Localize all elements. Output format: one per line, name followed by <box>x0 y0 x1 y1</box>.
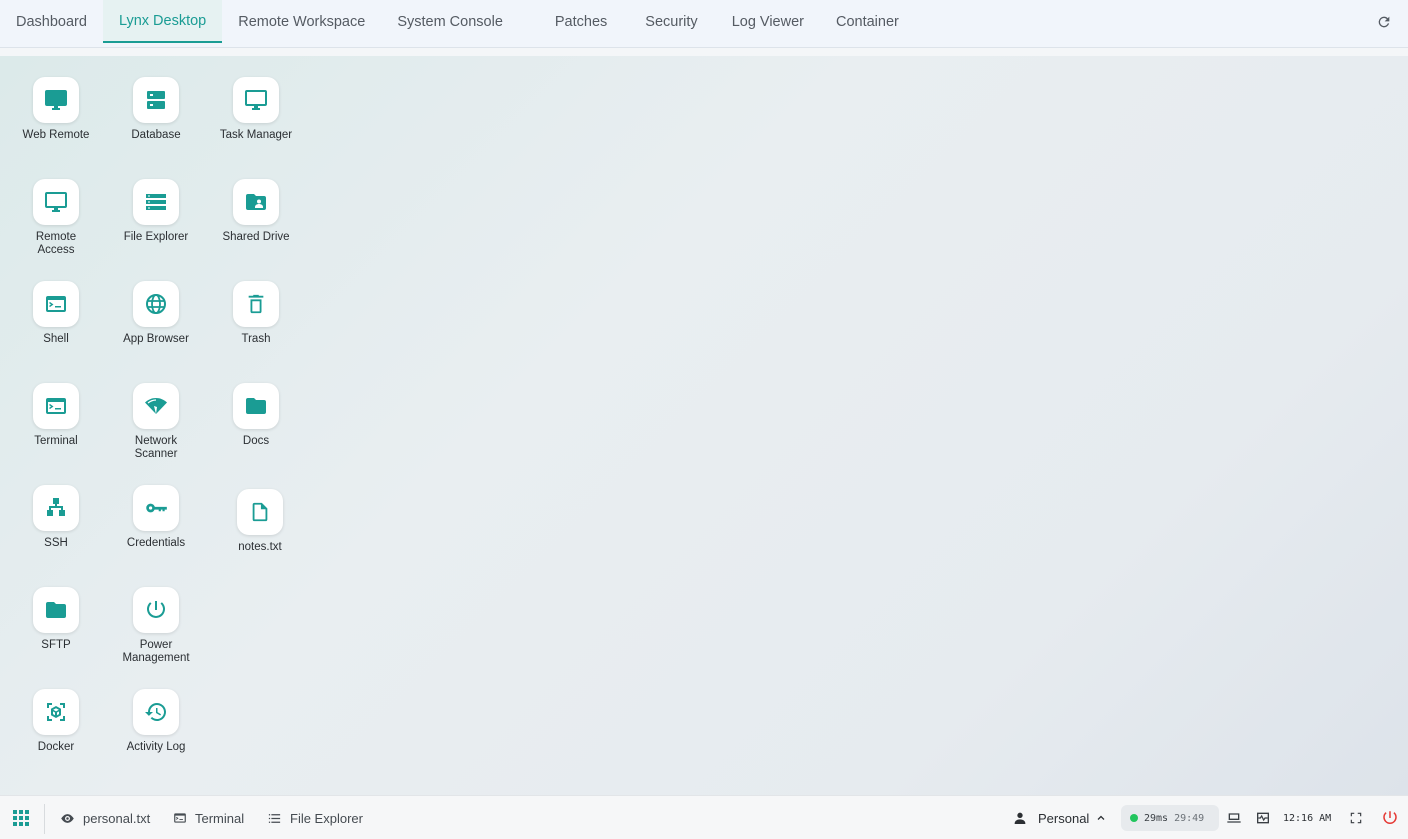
desktop-icon-ssh[interactable]: SSH <box>14 485 98 550</box>
desktop-icon-label: Network Scanner <box>134 435 178 460</box>
grid-icon <box>13 810 29 826</box>
eye-icon <box>61 813 74 823</box>
terminal-icon <box>46 296 66 312</box>
taskbar-item-label: File Explorer <box>290 810 363 826</box>
desktop-icon-sftp[interactable]: SFTP <box>14 587 98 652</box>
desktop-icon-label: SSH <box>44 537 68 549</box>
desktop-icon-credentials[interactable]: Credentials <box>114 485 198 550</box>
tab-security[interactable]: Security <box>627 0 715 43</box>
fullscreen-icon <box>1350 812 1362 824</box>
desktop-icon-notes-txt[interactable]: notes.txt <box>218 489 302 554</box>
desktop-icon-terminal[interactable]: Terminal <box>14 383 98 448</box>
desktop-icon-file-explorer[interactable]: File Explorer <box>114 179 198 244</box>
session-timer: 29:49 <box>1174 812 1205 824</box>
desktop-icon-label: Docker <box>37 741 75 753</box>
top-tab-bar: Dashboard Lynx Desktop Remote Workspace … <box>0 0 1408 48</box>
desktop-icon-shell[interactable]: Shell <box>14 281 98 346</box>
taskbar-item-file-explorer[interactable]: File Explorer <box>267 796 363 839</box>
desktop-icon-network-scanner[interactable]: Network Scanner <box>114 383 198 461</box>
monitor-outline-icon <box>245 90 267 110</box>
status-dot <box>1130 814 1138 822</box>
profile-label: Personal <box>1038 810 1090 826</box>
chevron-up-icon <box>1097 815 1105 820</box>
container-box-icon <box>47 703 65 721</box>
power-icon <box>147 601 165 618</box>
desktop-icon-label: Terminal <box>34 435 78 447</box>
desktop-icon-database[interactable]: Database <box>114 77 198 142</box>
list-icon <box>268 813 281 823</box>
desktop-icon-label: Power Management <box>122 639 190 664</box>
desktop-icon-label: Docs <box>242 435 270 447</box>
desktop-icon-docker[interactable]: Docker <box>14 689 98 754</box>
laptop-icon <box>1227 813 1241 823</box>
desktop-icon-label: Task Manager <box>219 129 293 141</box>
tab-system-console[interactable]: System Console <box>381 0 519 43</box>
tab-remote-workspace[interactable]: Remote Workspace <box>222 0 381 43</box>
desktop-icon-task-manager[interactable]: Task Manager <box>214 77 298 142</box>
database-icon <box>147 91 165 109</box>
taskbar-divider <box>44 804 45 834</box>
network-tree-icon <box>47 498 65 516</box>
desktop-icon-label: Trash <box>241 333 271 345</box>
desktop-icon-label: SFTP <box>41 639 71 651</box>
desktop-icon-label: Shared Drive <box>222 231 290 243</box>
terminal-icon <box>174 813 186 823</box>
desktop-icon-remote-access[interactable]: Remote Access <box>14 179 98 257</box>
key-icon <box>146 503 167 513</box>
tab-lynx-desktop[interactable]: Lynx Desktop <box>102 0 223 43</box>
desktop-icon-label: Web Remote <box>22 129 90 141</box>
power-button[interactable] <box>1380 808 1400 828</box>
shared-folder-icon <box>246 194 266 210</box>
desktop-icon-docs[interactable]: Docs <box>214 383 298 448</box>
monitor-activity-button[interactable] <box>1253 808 1273 828</box>
refresh-button[interactable] <box>1374 12 1394 32</box>
desktop-icon-trash[interactable]: Trash <box>214 281 298 346</box>
desktop-icon-label: File Explorer <box>123 231 189 243</box>
display-button[interactable] <box>1224 808 1244 828</box>
history-icon <box>145 703 166 721</box>
desktop-icon-label: Database <box>131 129 181 141</box>
desktop-icon-web-remote[interactable]: Web Remote <box>14 77 98 142</box>
tab-log-viewer[interactable]: Log Viewer <box>716 0 820 43</box>
connection-status: 29ms 29:49 <box>1121 805 1219 831</box>
wifi-scan-icon <box>145 398 167 414</box>
desktop-icon-label: Shell <box>43 333 69 345</box>
trash-icon <box>248 294 264 314</box>
desktop-area: Web Remote Remote Access Shell Terminal … <box>0 56 1408 795</box>
folder-icon <box>246 398 266 414</box>
monitor-outline-icon <box>45 192 67 212</box>
latency-readout: 29ms <box>1144 812 1169 824</box>
clock: 12:16 AM <box>1283 812 1332 824</box>
taskbar: personal.txt Terminal File Explorer Pers… <box>0 795 1408 839</box>
desktop-icon-label: Activity Log <box>126 741 186 753</box>
desktop-icon-app-browser[interactable]: App Browser <box>114 281 198 346</box>
taskbar-item-label: Terminal <box>195 810 245 826</box>
taskbar-item-label: personal.txt <box>83 810 151 826</box>
terminal-icon <box>46 398 66 414</box>
taskbar-item-terminal[interactable]: Terminal <box>173 796 244 839</box>
app-launcher-button[interactable] <box>12 809 32 829</box>
desktop-icon-activity-log[interactable]: Activity Log <box>114 689 198 754</box>
globe-icon <box>146 294 166 314</box>
desktop-icon-power-management[interactable]: Power Management <box>114 587 198 665</box>
activity-monitor-icon <box>1257 812 1269 824</box>
desktop-icon-label: Remote Access <box>35 231 77 256</box>
fullscreen-button[interactable] <box>1346 808 1366 828</box>
monitor-filled-icon <box>45 90 67 110</box>
desktop-icon-label: App Browser <box>123 333 189 345</box>
desktop-icon-label: notes.txt <box>238 541 282 553</box>
user-icon <box>1014 812 1026 824</box>
desktop-icon-label: Credentials <box>126 537 186 549</box>
file-icon <box>252 502 268 522</box>
server-list-icon <box>146 194 166 210</box>
tab-dashboard[interactable]: Dashboard <box>0 0 103 43</box>
folder-icon <box>46 602 66 618</box>
refresh-icon <box>1378 16 1390 28</box>
power-icon <box>1383 811 1397 824</box>
desktop-icon-shared-drive[interactable]: Shared Drive <box>214 179 298 244</box>
tab-container[interactable]: Container <box>820 0 915 43</box>
tab-patches[interactable]: Patches <box>519 0 627 43</box>
taskbar-item-personal-txt[interactable]: personal.txt <box>60 796 150 839</box>
profile-selector[interactable]: Personal <box>1012 796 1107 839</box>
